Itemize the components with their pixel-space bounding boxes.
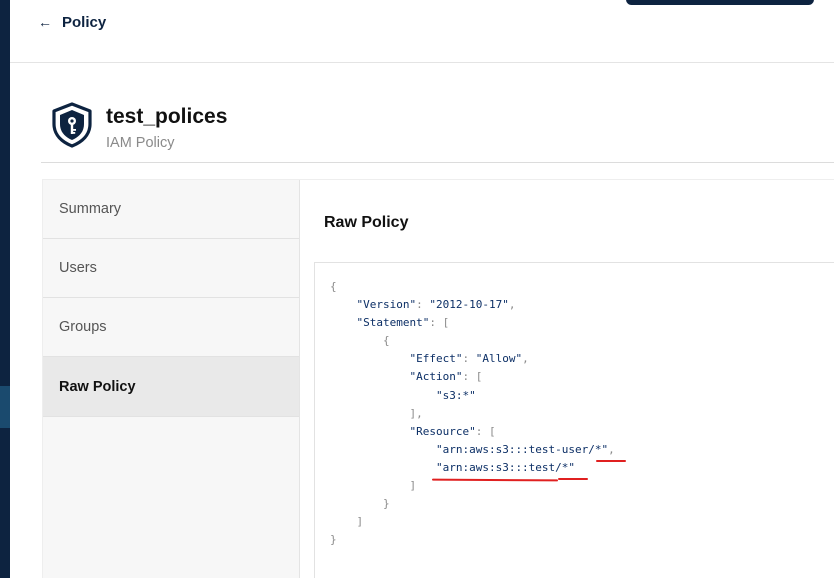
- json-value-effect: "Allow": [475, 352, 523, 366]
- policy-tabs: Summary Users Groups Raw Policy: [42, 179, 300, 578]
- json-value-resource-1: "arn:aws:s3:::test-user/*": [435, 442, 609, 456]
- page-subtitle: IAM Policy: [106, 135, 175, 151]
- annotation-underline-1: [596, 460, 626, 462]
- section-title: Raw Policy: [324, 214, 409, 231]
- arrow-left-icon: ←: [38, 14, 52, 30]
- shield-key-icon: [52, 102, 92, 148]
- header-divider: [10, 62, 834, 63]
- tab-summary[interactable]: Summary: [43, 180, 299, 239]
- left-nav-strip: [0, 0, 10, 578]
- json-key-resource: "Resource": [409, 424, 476, 438]
- nav-active-indicator: [0, 386, 10, 428]
- json-key-version: "Version": [356, 298, 417, 312]
- top-action-button[interactable]: [626, 0, 814, 5]
- annotation-underline-3: [558, 478, 588, 480]
- raw-policy-code: { "Version": "2012-10-17", "Statement": …: [330, 280, 615, 547]
- title-divider: [41, 162, 834, 163]
- back-label: Policy: [62, 13, 107, 31]
- json-value-resource-2: "arn:aws:s3:::test/*": [435, 460, 576, 474]
- policy-page: ← Policy test_polices IAM Policy Summary…: [0, 0, 834, 578]
- back-button[interactable]: ← Policy: [38, 12, 106, 32]
- json-key-statement: "Statement": [356, 316, 430, 330]
- tab-raw-policy[interactable]: Raw Policy: [43, 357, 299, 417]
- json-key-effect: "Effect": [409, 352, 463, 366]
- tab-groups[interactable]: Groups: [43, 298, 299, 357]
- content-top-border: [298, 179, 834, 180]
- json-key-action: "Action": [409, 370, 463, 384]
- json-value-action: "s3:*": [435, 388, 476, 402]
- tab-users[interactable]: Users: [43, 239, 299, 298]
- page-title: test_polices: [106, 105, 228, 128]
- json-value-version: "2012-10-17": [429, 298, 509, 312]
